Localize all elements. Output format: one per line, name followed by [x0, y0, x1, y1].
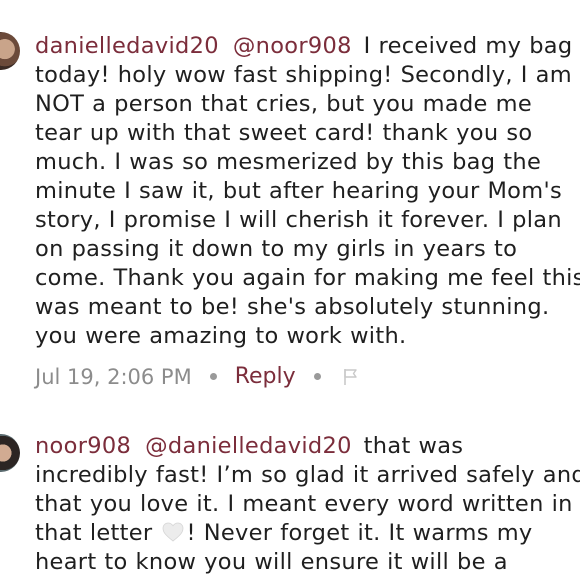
timestamp: Jul 19, 2:06 PM — [35, 364, 192, 389]
comment-text: I received my bag — [363, 33, 573, 59]
comment-line: was meant to be! she's absolutely stunni… — [35, 294, 550, 320]
comment-line: heart to know you will ensure it will be… — [35, 549, 508, 575]
comment-text: ! Never forget it. It warms my — [186, 520, 533, 546]
username[interactable]: noor908 — [35, 433, 131, 459]
comment-text: that was — [363, 433, 464, 459]
comment-body: noor908 @danielledavid20 that was incredi… — [35, 432, 580, 577]
comment-meta: Jul 19, 2:06 PM Reply — [35, 364, 359, 389]
comment-line: much. I was so mesmerized by this bag th… — [35, 149, 542, 175]
comment-text: that letter — [35, 520, 153, 546]
comment-line: come. Thank you again for making me feel… — [35, 265, 580, 291]
comment-body: danielledavid20 @noor908 I received my ba… — [35, 32, 580, 351]
comment-line: incredibly fast! I’m so glad it arrived … — [35, 462, 580, 488]
avatar[interactable] — [0, 32, 20, 70]
comment-line: that you love it. I meant every word wri… — [35, 491, 573, 517]
comment-line: tear up with that sweet card! thank you … — [35, 120, 533, 146]
white-heart-icon — [163, 522, 184, 542]
comment-line: minute I saw it, but after hearing your … — [35, 178, 562, 204]
avatar[interactable] — [0, 434, 20, 472]
username[interactable]: danielledavid20 — [35, 33, 219, 59]
mention[interactable]: @noor908 — [233, 33, 352, 59]
comment-line: today! holy wow fast shipping! Secondly,… — [35, 62, 572, 88]
comment-line: noor908 @danielledavid20 that was — [35, 432, 575, 461]
comment-line: that letter ! Never forget it. It warms … — [35, 519, 575, 548]
separator-dot — [313, 373, 321, 380]
separator-dot — [209, 373, 217, 380]
flag-icon[interactable] — [343, 368, 359, 386]
reply-button[interactable]: Reply — [235, 364, 296, 389]
mention[interactable]: @danielledavid20 — [145, 433, 352, 459]
comment-line: story, I promise I will cherish it forev… — [35, 207, 562, 233]
comment-line: you were amazing to work with. — [35, 323, 407, 349]
comment-line: on passing it down to my girls in years … — [35, 236, 518, 262]
comment-line: NOT a person that cries, but you made me — [35, 91, 532, 117]
comment-line: danielledavid20 @noor908 I received my ba… — [35, 32, 575, 61]
